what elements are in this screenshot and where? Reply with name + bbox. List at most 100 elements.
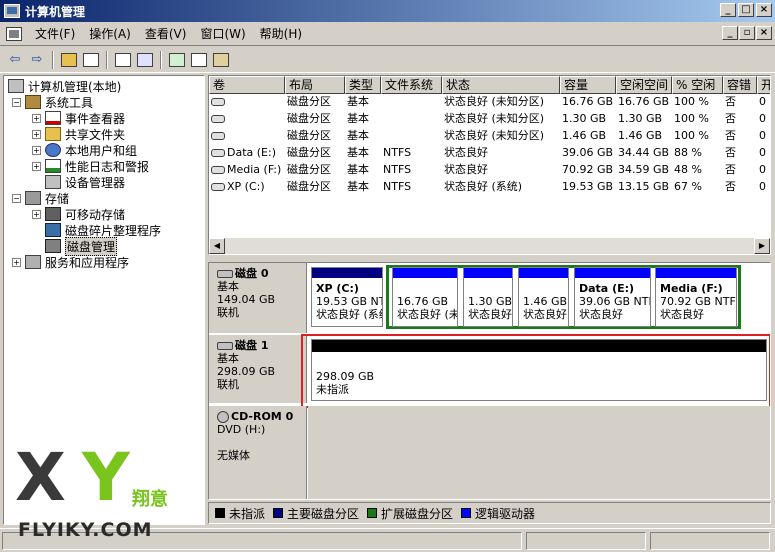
volume-icon (211, 166, 225, 174)
partition-status: 状态良好 (660, 308, 704, 321)
help-icon[interactable] (134, 50, 156, 70)
event-viewer-icon (45, 111, 61, 125)
tree-item-shared-folders[interactable]: + 共享文件夹 (32, 126, 125, 142)
services-icon (25, 255, 41, 269)
tree-item-local-users[interactable]: + 本地用户和组 (32, 142, 137, 158)
partition-status: 未指派 (316, 383, 349, 396)
table-cell: 否 (725, 146, 736, 159)
menu-action[interactable]: 操作(A) (82, 23, 138, 44)
menu-help[interactable]: 帮助(H) (253, 23, 309, 44)
up-folder-icon[interactable] (58, 50, 80, 70)
maximize-button[interactable]: □ (738, 3, 754, 17)
volume-icon (211, 98, 225, 106)
legend-extended: 扩展磁盘分区 (367, 505, 453, 522)
table-row[interactable]: 磁盘分区 基本 状态良好 (未知分区) 16.76 GB 16.76 GB 100 % 否 0 (209, 94, 770, 110)
column-header-volume[interactable]: 卷 (209, 76, 285, 94)
expand-icon[interactable]: + (32, 129, 41, 139)
disk-management-icon (45, 239, 61, 253)
refresh-icon[interactable] (166, 50, 188, 70)
expand-icon[interactable]: + (32, 209, 41, 219)
collapse-icon[interactable]: − (12, 97, 21, 107)
horizontal-scrollbar[interactable]: ◀ ▶ (209, 238, 770, 254)
menu-view[interactable]: 查看(V) (138, 23, 194, 44)
minimize-button[interactable]: _ (720, 3, 736, 17)
table-cell: XP (C:) (209, 179, 285, 195)
tree-item-storage[interactable]: − 存储 (12, 190, 69, 206)
table-row[interactable]: Media (F:) 磁盘分区 基本 NTFS 状态良好 70.92 GB 34.59 GB… (209, 162, 770, 178)
legend-logical: 逻辑驱动器 (461, 505, 535, 522)
disk-name: 磁盘 1 (235, 339, 269, 352)
partition-name: Media (F:) (660, 282, 723, 295)
close-button[interactable]: × (756, 3, 772, 17)
tree-item-device-manager[interactable]: 设备管理器 (45, 174, 125, 190)
menu-window[interactable]: 窗口(W) (193, 23, 252, 44)
column-header-fault-tolerance[interactable]: 容错 (723, 76, 757, 94)
hard-disk-icon (217, 341, 233, 350)
export-list-icon[interactable] (188, 50, 210, 70)
column-header-type[interactable]: 类型 (345, 76, 381, 94)
child-minimize-button[interactable]: _ (722, 26, 738, 40)
tree-item-event-viewer[interactable]: + 事件查看器 (32, 110, 125, 126)
column-header-capacity[interactable]: 容量 (560, 76, 616, 94)
tree-item-system-tools[interactable]: − 系统工具 (12, 94, 93, 110)
table-cell: 磁盘分区 (287, 163, 331, 176)
partition-media-f[interactable]: Media (F:) 70.92 GB NTFS 状态良好 (655, 267, 737, 327)
column-header-percent-free[interactable]: % 空闲 (672, 76, 723, 94)
tree-item-services[interactable]: + 服务和应用程序 (12, 254, 129, 270)
menu-bar: 文件(F) 操作(A) 查看(V) 窗口(W) 帮助(H) _ ▫ × (0, 22, 775, 46)
cdrom-empty-area (308, 406, 770, 499)
toolbar: ⇦ ⇨ (0, 47, 775, 73)
partition-logical-2[interactable]: 1.30 GB 状态良好 (463, 267, 513, 327)
partition-data-e[interactable]: Data (E:) 39.06 GB NTFS 状态良好 (574, 267, 651, 327)
partition-logical-1[interactable]: 16.76 GB 状态良好 (未知分区) (392, 267, 458, 327)
collapse-icon[interactable]: − (12, 193, 21, 203)
tree-item-perf-logs[interactable]: + 性能日志和警报 (32, 158, 149, 174)
table-row[interactable]: Data (E:) 磁盘分区 基本 NTFS 状态良好 39.06 GB 34.44 GB 8… (209, 145, 770, 161)
expand-icon[interactable]: + (32, 145, 41, 155)
table-cell: 100 % (674, 129, 709, 142)
table-cell: 67 % (674, 180, 702, 193)
back-arrow-icon[interactable]: ⇦ (4, 50, 26, 70)
column-header-filesystem[interactable]: 文件系统 (381, 76, 442, 94)
tree-item-removable[interactable]: + 可移动存储 (32, 206, 125, 222)
table-row[interactable]: XP (C:) 磁盘分区 基本 NTFS 状态良好 (系统) 19.53 GB 13.15 … (209, 179, 770, 195)
scroll-left-icon[interactable]: ◀ (209, 238, 225, 254)
table-cell: 基本 (347, 95, 369, 108)
partition-size: 19.53 GB NTFS (316, 295, 382, 308)
tree-item-root[interactable]: 计算机管理(本地) (8, 78, 121, 94)
partition-unallocated[interactable]: 298.09 GB 未指派 (311, 339, 767, 401)
disk-settings-icon[interactable] (210, 50, 232, 70)
expand-icon[interactable]: + (32, 161, 41, 171)
partition-logical-3[interactable]: 1.46 GB 状态良好 (518, 267, 569, 327)
mmc-console-icon[interactable] (6, 26, 22, 41)
disk-size: 149.04 GB (217, 293, 276, 306)
table-row[interactable]: 磁盘分区 基本 状态良好 (未知分区) 1.46 GB 1.46 GB 100 % 否 0 (209, 128, 770, 144)
column-header-overhead[interactable]: 开 (757, 76, 770, 94)
table-row[interactable]: 磁盘分区 基本 状态良好 (未知分区) 1.30 GB 1.30 GB 100 % 否 0 (209, 111, 770, 127)
forward-arrow-icon[interactable]: ⇨ (26, 50, 48, 70)
disk-0-label[interactable]: 磁盘 0 基本 149.04 GB 联机 (209, 263, 307, 333)
column-header-layout[interactable]: 布局 (285, 76, 345, 94)
table-cell: 39.06 GB (562, 146, 614, 159)
expand-icon[interactable]: + (12, 257, 21, 267)
child-restore-button[interactable]: ▫ (739, 26, 755, 40)
cdrom-0-label[interactable]: CD-ROM 0 DVD (H:) 无媒体 (209, 406, 307, 499)
console-tree: 计算机管理(本地) − 系统工具 + 事件查看器 + 共享文件夹 + 本地用户和… (3, 75, 205, 525)
tree-item-disk-management[interactable]: 磁盘管理 (45, 236, 118, 256)
table-cell: Data (E:) (209, 145, 285, 161)
properties-icon[interactable] (112, 50, 134, 70)
column-header-status[interactable]: 状态 (442, 76, 560, 94)
expand-icon[interactable]: + (32, 113, 41, 123)
disk-1-label[interactable]: 磁盘 1 基本 298.09 GB 联机 (209, 335, 307, 403)
menu-file[interactable]: 文件(F) (28, 23, 82, 44)
column-header-free-space[interactable]: 空闲空间 (616, 76, 672, 94)
show-hide-tree-icon[interactable] (80, 50, 102, 70)
status-panel-main (2, 532, 522, 550)
scroll-right-icon[interactable]: ▶ (754, 238, 770, 254)
child-close-button[interactable]: × (756, 26, 772, 40)
table-cell (209, 94, 285, 110)
partition-status: 状态良好 (468, 308, 512, 321)
table-cell: 状态良好 (未知分区) (444, 95, 545, 108)
partition-xp-c[interactable]: XP (C:) 19.53 GB NTFS 状态良好 (系统) (311, 267, 383, 327)
table-cell: 100 % (674, 95, 709, 108)
